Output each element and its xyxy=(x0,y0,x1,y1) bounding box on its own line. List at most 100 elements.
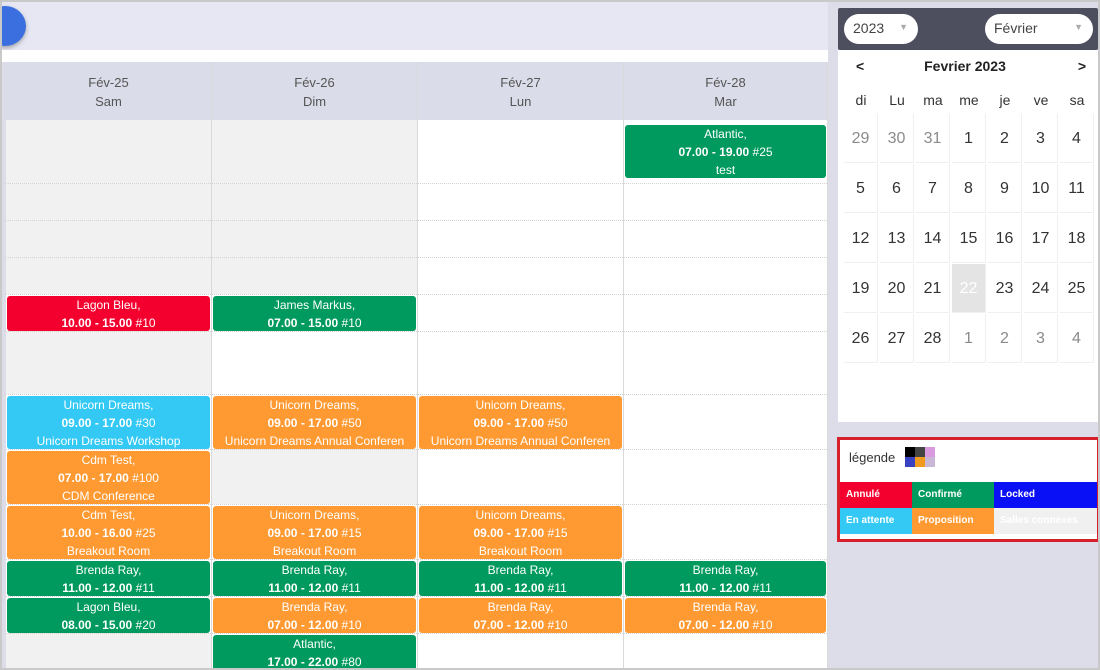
calendar-day[interactable]: 10 xyxy=(1024,164,1058,213)
calendar-day[interactable]: 5 xyxy=(844,164,878,213)
calendar-day[interactable]: 30 xyxy=(880,114,914,163)
unavailable-slot xyxy=(6,120,211,294)
event-time: 10.00 - 15.00 #10 xyxy=(7,314,210,332)
calendar-day[interactable]: 22 xyxy=(952,264,986,313)
time-slot-line xyxy=(212,257,417,258)
event-title: Unicorn Dreams, xyxy=(269,398,360,412)
calendar-day[interactable]: 6 xyxy=(880,164,914,213)
calendar-day[interactable]: 3 xyxy=(1024,314,1058,363)
event-room: CDM Conference xyxy=(62,489,155,503)
booking-event[interactable]: Lagon Bleu, 08.00 - 15.00 #20 xyxy=(7,598,210,633)
event-time-range: 07.00 - 12.00 xyxy=(678,618,753,632)
time-slot-line xyxy=(212,504,417,505)
booking-event[interactable]: Unicorn Dreams, 09.00 - 17.00 #15 Breakout… xyxy=(419,506,622,559)
calendar-day[interactable]: 11 xyxy=(1060,164,1094,213)
month-select[interactable]: Février ▼ xyxy=(985,14,1093,44)
palette-icon xyxy=(905,447,935,469)
calendar-day[interactable]: 3 xyxy=(1024,114,1058,163)
calendar-day[interactable]: 25 xyxy=(1060,264,1094,313)
event-time: 17.00 - 22.00 #80 xyxy=(213,653,416,669)
day-header[interactable]: Fév-28 Mar xyxy=(624,62,827,120)
day-header[interactable]: Fév-27 Lun xyxy=(418,62,623,120)
calendar-day[interactable]: 18 xyxy=(1060,214,1094,263)
event-time-range: 17.00 - 22.00 xyxy=(267,655,342,669)
calendar-day[interactable]: 21 xyxy=(916,264,950,313)
booking-event[interactable]: Brenda Ray, 11.00 - 12.00 #11 xyxy=(419,561,622,596)
event-time-range: 09.00 - 17.00 xyxy=(61,416,136,430)
day-body[interactable]: Lagon Bleu, 10.00 - 15.00 #10 Unicorn Drea… xyxy=(6,120,211,668)
calendar-day[interactable]: 16 xyxy=(988,214,1022,263)
day-header[interactable]: Fév-25 Sam xyxy=(6,62,211,120)
event-number: #11 xyxy=(135,581,155,595)
event-number: #10 xyxy=(752,618,773,632)
chevron-down-icon: ▼ xyxy=(899,22,908,32)
calendar-day[interactable]: 31 xyxy=(916,114,950,163)
booking-event[interactable]: Lagon Bleu, 10.00 - 15.00 #10 xyxy=(7,296,210,331)
calendar-day[interactable]: 15 xyxy=(952,214,986,263)
event-number: #20 xyxy=(135,618,156,632)
calendar-day[interactable]: 19 xyxy=(844,264,878,313)
calendar-day[interactable]: 12 xyxy=(844,214,878,263)
weekday-label: sa xyxy=(1069,92,1085,108)
time-slot-line xyxy=(6,394,211,395)
day-body[interactable]: James Markus, 07.00 - 15.00 #10 Unicorn Dr… xyxy=(212,120,417,669)
event-time: 11.00 - 12.00 #11 xyxy=(419,579,622,597)
calendar-day[interactable]: 26 xyxy=(844,314,878,363)
booking-event[interactable]: Atlantic, 07.00 - 19.00 #25 test xyxy=(625,125,826,178)
event-title: Lagon Bleu, xyxy=(76,600,141,614)
calendar-day[interactable]: 28 xyxy=(916,314,950,363)
year-select-value: 2023 xyxy=(853,20,885,36)
booking-event[interactable]: Cdm Test, 10.00 - 16.00 #25 Breakout Room xyxy=(7,506,210,559)
spacer xyxy=(2,50,828,62)
calendar-day[interactable]: 8 xyxy=(952,164,986,213)
event-time: 10.00 - 16.00 #25 xyxy=(7,524,210,542)
time-slot-line xyxy=(624,331,827,332)
event-time-range: 11.00 - 12.00 xyxy=(268,581,342,595)
event-number: #15 xyxy=(341,526,362,540)
calendar-day[interactable]: 29 xyxy=(844,114,878,163)
day-body[interactable]: Unicorn Dreams, 09.00 - 17.00 #50 Unicorn … xyxy=(418,120,623,668)
unavailable-slot xyxy=(212,120,417,294)
booking-event[interactable]: Brenda Ray, 11.00 - 12.00 #11 xyxy=(213,561,416,596)
day-body[interactable]: Atlantic, 07.00 - 19.00 #25 test Brenda Ray… xyxy=(624,120,827,668)
calendar-day[interactable]: 20 xyxy=(880,264,914,313)
day-date: Fév-25 xyxy=(88,75,129,90)
booking-event[interactable]: Cdm Test, 07.00 - 17.00 #100 CDM Conferenc… xyxy=(7,451,210,504)
calendar-day[interactable]: 1 xyxy=(952,314,986,363)
calendar-day[interactable]: 23 xyxy=(988,264,1022,313)
booking-event[interactable]: Unicorn Dreams, 09.00 - 17.00 #15 Breakout… xyxy=(213,506,416,559)
day-column: Fév-27 Lun Unicorn Dreams, 09.00 - 17.00 #5… xyxy=(418,62,624,668)
booking-event[interactable]: Brenda Ray, 07.00 - 12.00 #10 xyxy=(213,598,416,633)
booking-event[interactable]: Unicorn Dreams, 09.00 - 17.00 #50 Unicorn … xyxy=(213,396,416,449)
day-date: Fév-26 xyxy=(294,75,335,90)
booking-event[interactable]: James Markus, 07.00 - 15.00 #10 xyxy=(213,296,416,331)
calendar-day[interactable]: 13 xyxy=(880,214,914,263)
calendar-day[interactable]: 1 xyxy=(952,114,986,163)
year-select[interactable]: 2023 ▼ xyxy=(844,14,918,44)
prev-month-button[interactable]: < xyxy=(856,58,864,74)
calendar-day[interactable]: 2 xyxy=(988,114,1022,163)
event-time: 08.00 - 15.00 #20 xyxy=(7,616,210,634)
next-month-button[interactable]: > xyxy=(1078,58,1086,74)
calendar-day[interactable]: 4 xyxy=(1060,314,1094,363)
calendar-day[interactable]: 7 xyxy=(916,164,950,213)
calendar-day[interactable]: 27 xyxy=(880,314,914,363)
event-time-range: 08.00 - 15.00 xyxy=(61,618,136,632)
booking-event[interactable]: Unicorn Dreams, 09.00 - 17.00 #30 Unicorn … xyxy=(7,396,210,449)
day-header[interactable]: Fév-26 Dim xyxy=(212,62,417,120)
calendar-day[interactable]: 2 xyxy=(988,314,1022,363)
menu-fab-button[interactable] xyxy=(2,6,26,46)
booking-event[interactable]: Atlantic, 17.00 - 22.00 #80 xyxy=(213,635,416,669)
calendar-day[interactable]: 4 xyxy=(1060,114,1094,163)
calendar-day[interactable]: 14 xyxy=(916,214,950,263)
event-title: Brenda Ray, xyxy=(75,563,142,577)
weekday-label: ma xyxy=(923,92,943,108)
booking-event[interactable]: Brenda Ray, 07.00 - 12.00 #10 xyxy=(419,598,622,633)
calendar-day[interactable]: 17 xyxy=(1024,214,1058,263)
calendar-day[interactable]: 9 xyxy=(988,164,1022,213)
booking-event[interactable]: Brenda Ray, 11.00 - 12.00 #11 xyxy=(7,561,210,596)
booking-event[interactable]: Brenda Ray, 07.00 - 12.00 #10 xyxy=(625,598,826,633)
calendar-day[interactable]: 24 xyxy=(1024,264,1058,313)
booking-event[interactable]: Brenda Ray, 11.00 - 12.00 #11 xyxy=(625,561,826,596)
booking-event[interactable]: Unicorn Dreams, 09.00 - 17.00 #50 Unicorn … xyxy=(419,396,622,449)
